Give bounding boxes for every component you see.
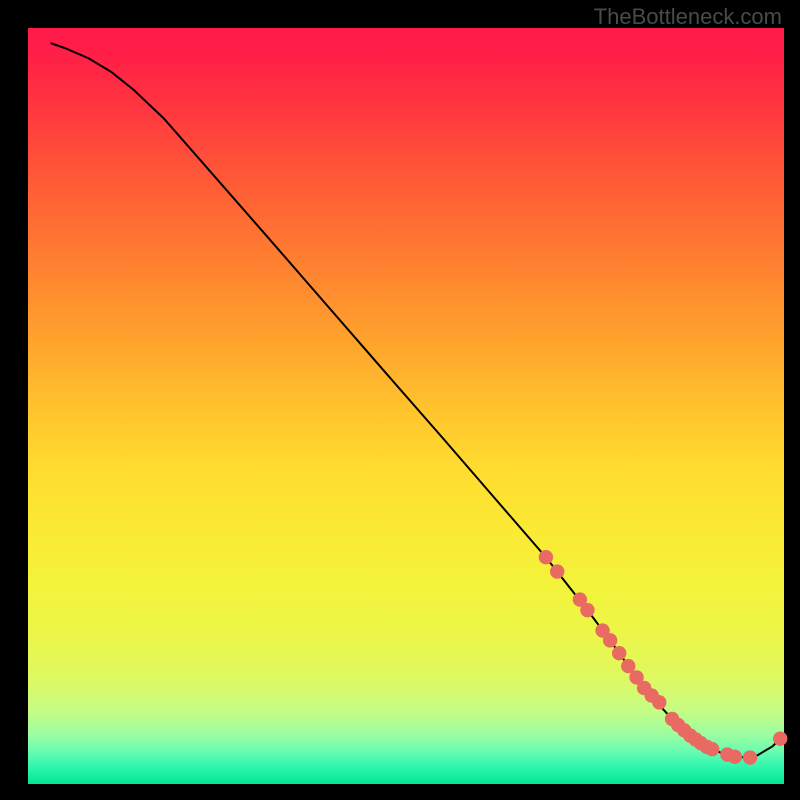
chart-frame: TheBottleneck.com	[0, 0, 800, 800]
plot-background	[28, 28, 784, 784]
data-point	[603, 633, 617, 647]
data-point	[743, 750, 757, 764]
data-point	[612, 646, 626, 660]
data-point	[773, 731, 787, 745]
data-point	[539, 550, 553, 564]
data-point	[580, 603, 594, 617]
data-point	[728, 750, 742, 764]
data-point	[550, 564, 564, 578]
data-point	[705, 742, 719, 756]
data-point	[652, 695, 666, 709]
chart-svg	[0, 0, 800, 800]
watermark-text: TheBottleneck.com	[594, 4, 782, 30]
